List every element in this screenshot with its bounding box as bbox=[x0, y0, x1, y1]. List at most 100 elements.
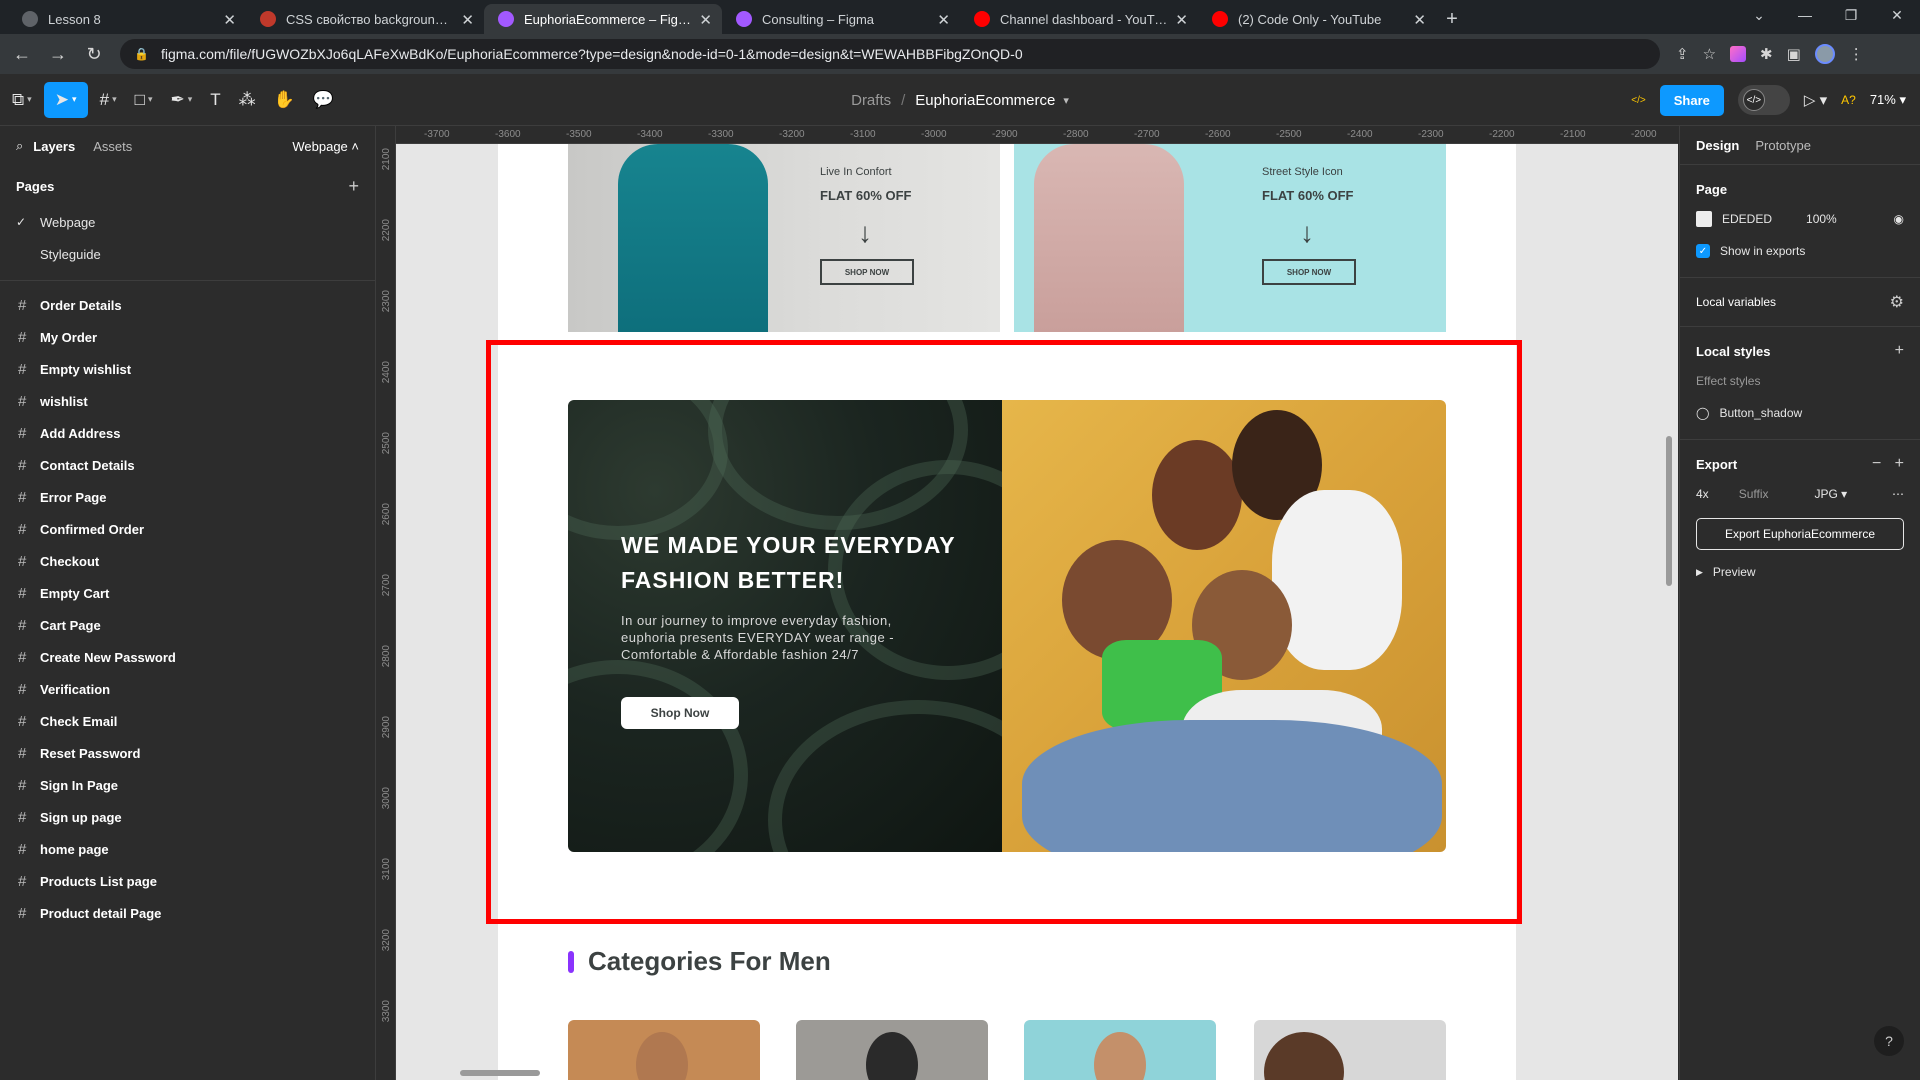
add-style-icon[interactable]: + bbox=[1895, 342, 1904, 360]
layer-frame-item[interactable]: # Create New Password bbox=[0, 641, 375, 673]
help-icon[interactable]: ? bbox=[1874, 1026, 1904, 1056]
extension-icon[interactable] bbox=[1730, 46, 1747, 62]
tab-design[interactable]: Design bbox=[1696, 138, 1739, 153]
share-page-icon[interactable]: ⇪ bbox=[1676, 45, 1689, 63]
layer-frame-item[interactable]: # Check Email bbox=[0, 705, 375, 737]
close-tab-icon[interactable]: ✕ bbox=[461, 11, 474, 29]
layer-frame-item[interactable]: # Cart Page bbox=[0, 609, 375, 641]
text-tool-icon[interactable]: T bbox=[204, 82, 226, 118]
reload-icon[interactable]: ↻ bbox=[80, 40, 108, 68]
forward-icon[interactable]: → bbox=[44, 40, 72, 68]
close-tab-icon[interactable]: ✕ bbox=[1175, 11, 1188, 29]
export-controls[interactable]: − + bbox=[1872, 455, 1904, 473]
page-color-value[interactable]: EDEDED bbox=[1722, 212, 1772, 226]
browser-tab[interactable]: (2) Code Only - YouTube ✕ bbox=[1198, 4, 1436, 34]
profile-avatar[interactable] bbox=[1814, 44, 1835, 64]
comment-tool-icon[interactable]: 💬 bbox=[307, 82, 340, 118]
shape-tool-icon[interactable]: □ ▾ bbox=[129, 82, 159, 118]
local-variables[interactable]: Local variables bbox=[1696, 295, 1776, 309]
page-item[interactable]: ✓ Webpage bbox=[0, 206, 375, 238]
share-button[interactable]: Share bbox=[1659, 84, 1724, 116]
eye-icon[interactable]: ◉ bbox=[1894, 212, 1904, 226]
close-tab-icon[interactable]: ✕ bbox=[699, 11, 712, 29]
ai-assistant-label[interactable]: A? bbox=[1841, 93, 1856, 107]
layer-frame-item[interactable]: # Contact Details bbox=[0, 449, 375, 481]
close-tab-icon[interactable]: ✕ bbox=[937, 11, 950, 29]
move-tool-icon[interactable]: ➤ ▾ bbox=[43, 81, 88, 118]
side-panel-icon[interactable]: ▣ bbox=[1787, 45, 1801, 63]
hand-tool-icon[interactable]: ✋ bbox=[268, 82, 301, 118]
page-selector[interactable]: Webpage ˄ bbox=[292, 139, 359, 154]
promo-card-street-style[interactable]: Street Style Icon FLAT 60% OFF ↓ SHOP NO… bbox=[1014, 144, 1446, 332]
browser-tab[interactable]: CSS свойство background. Фон ✕ bbox=[246, 4, 484, 34]
layer-frame-item[interactable]: # Empty Cart bbox=[0, 577, 375, 609]
layer-frame-item[interactable]: # Product detail Page bbox=[0, 897, 375, 929]
restore-button[interactable]: ❐ bbox=[1828, 0, 1874, 30]
caret-right-icon[interactable]: ▶ bbox=[1696, 567, 1703, 578]
bookmark-star-icon[interactable]: ☆ bbox=[1703, 45, 1716, 63]
breadcrumb-drafts[interactable]: Drafts bbox=[851, 92, 891, 109]
browser-tab[interactable]: Consulting – Figma ✕ bbox=[722, 4, 960, 34]
tab-search-icon[interactable]: ⌄ bbox=[1736, 0, 1782, 30]
breadcrumb-file-name[interactable]: EuphoriaEcommerce bbox=[915, 92, 1055, 109]
browser-menu-icon[interactable]: ⋮ bbox=[1849, 45, 1864, 63]
tab-prototype[interactable]: Prototype bbox=[1755, 138, 1811, 153]
layer-frame-item[interactable]: # Empty wishlist bbox=[0, 353, 375, 385]
category-card[interactable] bbox=[1254, 1020, 1446, 1080]
effect-style-item[interactable]: Button_shadow bbox=[1719, 406, 1802, 420]
browser-tab[interactable]: EuphoriaEcommerce – Figma ✕ bbox=[484, 4, 722, 34]
export-scale[interactable]: 4x bbox=[1696, 487, 1709, 501]
layer-frame-item[interactable]: # Order Details bbox=[0, 289, 375, 321]
layer-frame-item[interactable]: # Verification bbox=[0, 673, 375, 705]
extensions-puzzle-icon[interactable]: ✱ bbox=[1760, 45, 1773, 63]
tab-assets[interactable]: Assets bbox=[93, 139, 132, 154]
url-field[interactable]: 🔒 figma.com/file/fUGWOZbXJo6qLAFeXwBdKo/… bbox=[120, 39, 1660, 69]
browser-tab[interactable]: Channel dashboard - YouTube S ✕ bbox=[960, 4, 1198, 34]
shop-now-button[interactable]: SHOP NOW bbox=[1262, 259, 1356, 285]
export-button[interactable]: Export EuphoriaEcommerce bbox=[1696, 518, 1904, 550]
more-options-icon[interactable]: ⋯ bbox=[1892, 487, 1904, 501]
layer-frame-item[interactable]: # wishlist bbox=[0, 385, 375, 417]
page-item[interactable]: Styleguide bbox=[0, 238, 375, 270]
layer-frame-item[interactable]: # Sign In Page bbox=[0, 769, 375, 801]
back-icon[interactable]: ← bbox=[8, 40, 36, 68]
layer-frame-item[interactable]: # Sign up page bbox=[0, 801, 375, 833]
export-suffix-field[interactable]: Suffix bbox=[1739, 487, 1769, 501]
preview-toggle[interactable]: Preview bbox=[1713, 565, 1756, 579]
layer-frame-item[interactable]: # Checkout bbox=[0, 545, 375, 577]
main-menu-figma-icon[interactable]: ⧉ ▾ bbox=[6, 82, 38, 118]
layer-frame-item[interactable]: # Reset Password bbox=[0, 737, 375, 769]
show-in-exports-checkbox[interactable]: ✓ bbox=[1696, 244, 1710, 258]
frame-tool-icon[interactable]: # ▾ bbox=[94, 82, 123, 118]
tab-layers[interactable]: Layers bbox=[33, 139, 75, 154]
vertical-scrollbar[interactable] bbox=[1666, 436, 1672, 586]
shop-now-button[interactable]: SHOP NOW bbox=[820, 259, 914, 285]
category-card[interactable] bbox=[568, 1020, 760, 1080]
close-window-button[interactable]: ✕ bbox=[1874, 0, 1920, 30]
category-card[interactable] bbox=[1024, 1020, 1216, 1080]
promo-card-comfort[interactable]: Live In Confort FLAT 60% OFF ↓ SHOP NOW bbox=[568, 144, 1000, 332]
resources-icon[interactable]: ⁂ bbox=[233, 82, 262, 118]
category-card[interactable] bbox=[796, 1020, 988, 1080]
new-tab-button[interactable]: + bbox=[1436, 4, 1468, 34]
pen-tool-icon[interactable]: ✒ ▾ bbox=[164, 82, 198, 118]
sliders-icon[interactable]: ⚙ bbox=[1890, 292, 1904, 312]
page-color-swatch[interactable] bbox=[1696, 211, 1712, 227]
dev-mode-toggle[interactable]: </> bbox=[1737, 85, 1790, 115]
browser-tab[interactable]: Lesson 8 ✕ bbox=[8, 4, 246, 34]
add-page-icon[interactable]: + bbox=[348, 176, 359, 197]
layer-frame-item[interactable]: # Add Address bbox=[0, 417, 375, 449]
design-canvas[interactable]: -3700 -3600 -3500 -3400 -3300 -3200 -3100 -3000… bbox=[376, 126, 1678, 1080]
layer-frame-item[interactable]: # Confirmed Order bbox=[0, 513, 375, 545]
layer-frame-item[interactable]: # Error Page bbox=[0, 481, 375, 513]
minimize-button[interactable]: — bbox=[1782, 0, 1828, 30]
page-opacity-value[interactable]: 100% bbox=[1806, 212, 1837, 226]
export-format-select[interactable]: JPG ▾ bbox=[1814, 487, 1847, 501]
present-play-icon[interactable]: ▷ ▾ bbox=[1804, 91, 1827, 109]
close-tab-icon[interactable]: ✕ bbox=[223, 11, 236, 29]
layer-frame-item[interactable]: # home page bbox=[0, 833, 375, 865]
chevron-down-icon[interactable]: ▾ bbox=[1063, 94, 1069, 107]
close-tab-icon[interactable]: ✕ bbox=[1413, 11, 1426, 29]
search-icon[interactable]: ⌕ bbox=[16, 138, 23, 154]
zoom-level[interactable]: 71% ▾ bbox=[1870, 92, 1906, 108]
